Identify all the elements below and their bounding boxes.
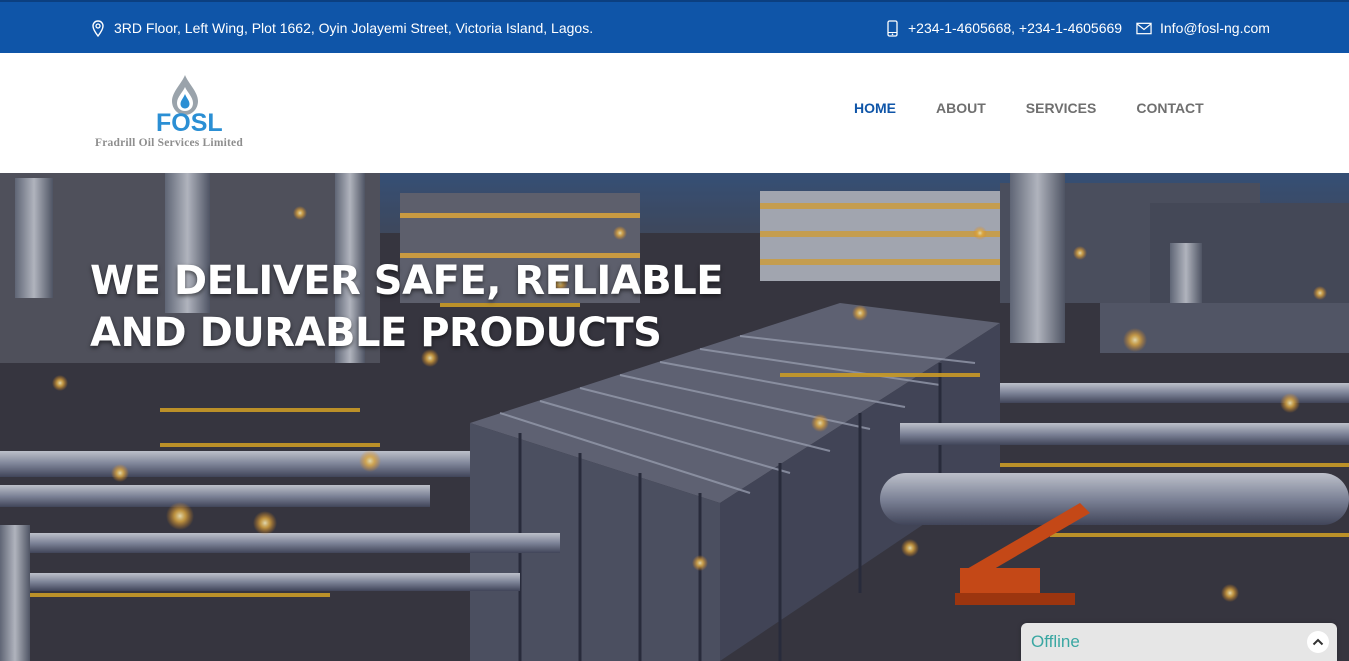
email-link[interactable]: Info@fosl-ng.com: [1160, 20, 1270, 36]
logo-company-name: Fradrill Oil Services Limited: [95, 137, 243, 149]
site-logo[interactable]: FOSL Fradrill Oil Services Limited: [94, 73, 294, 155]
hero-headline-line-2: AND DURABLE PRODUCTS: [90, 310, 662, 356]
phone-block[interactable]: +234-1-4605668, +234-1-4605669: [884, 19, 1122, 37]
chevron-up-icon[interactable]: [1307, 631, 1329, 653]
address-block: 3RD Floor, Left Wing, Plot 1662, Oyin Jo…: [90, 19, 593, 37]
nav-item-about[interactable]: ABOUT: [936, 100, 986, 116]
envelope-icon: [1136, 19, 1152, 37]
email-block[interactable]: Info@fosl-ng.com: [1136, 19, 1270, 37]
logo-mark: FOSL: [156, 109, 223, 137]
phone-text[interactable]: +234-1-4605668, +234-1-4605669: [908, 20, 1122, 36]
chat-status-text: Offline: [1031, 632, 1080, 651]
hero-headline: WE DELIVER SAFE, RELIABLE AND DURABLE PR…: [90, 255, 730, 359]
nav-item-contact[interactable]: CONTACT: [1136, 100, 1203, 116]
nav-item-home[interactable]: HOME: [854, 100, 896, 116]
site-header: FOSL Fradrill Oil Services Limited HOME …: [0, 53, 1349, 173]
refinery-background-image: [0, 173, 1349, 661]
map-pin-icon: [90, 19, 106, 37]
top-info-bar: 3RD Floor, Left Wing, Plot 1662, Oyin Jo…: [0, 0, 1349, 53]
hero-headline-line-1: WE DELIVER SAFE, RELIABLE: [90, 258, 724, 304]
main-nav: HOME ABOUT SERVICES CONTACT: [854, 100, 1244, 116]
mobile-phone-icon: [884, 19, 900, 37]
live-chat-widget[interactable]: Offline: [1021, 623, 1337, 661]
address-text: 3RD Floor, Left Wing, Plot 1662, Oyin Jo…: [114, 20, 594, 36]
nav-item-services[interactable]: SERVICES: [1026, 100, 1097, 116]
hero-banner: WE DELIVER SAFE, RELIABLE AND DURABLE PR…: [0, 173, 1349, 661]
